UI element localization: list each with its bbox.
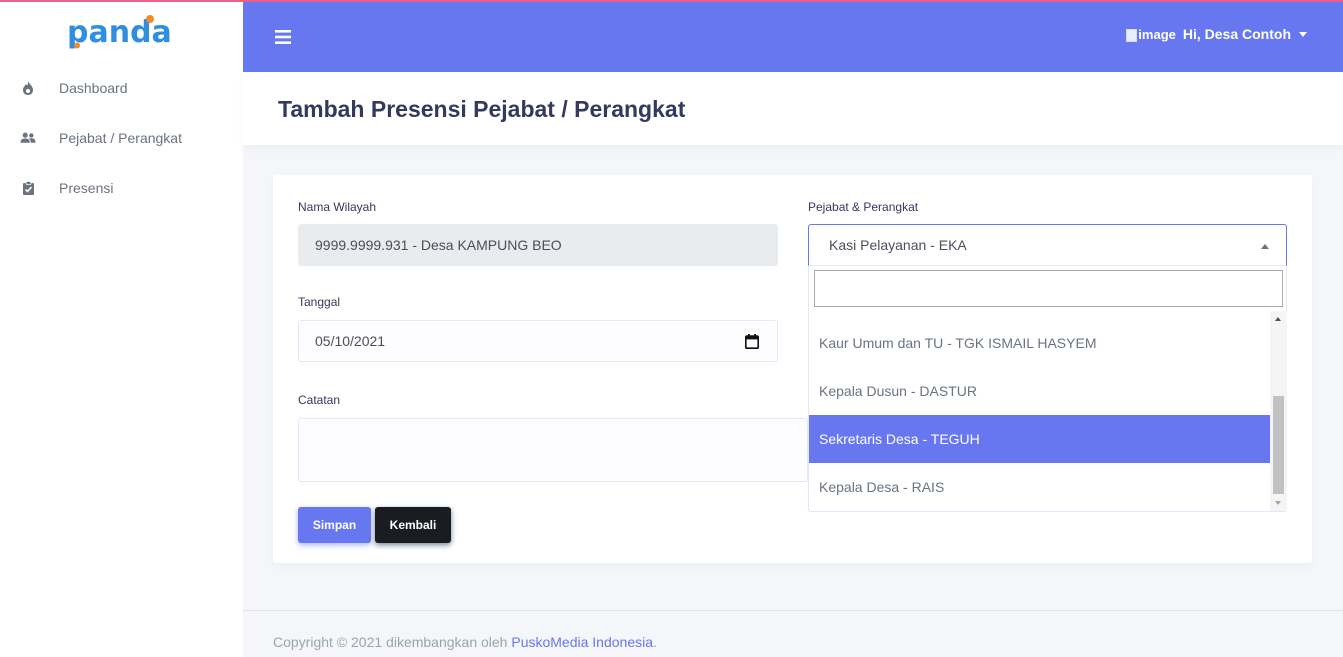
footer: Copyright © 2021 dikembangkan oleh Pusko… [243, 610, 1343, 657]
scrollbar-thumb[interactable] [1273, 396, 1284, 494]
caret-down-icon [1299, 31, 1307, 37]
dropdown-option[interactable]: Kepala Desa - RAIS [809, 463, 1270, 511]
nama-wilayah-field: 9999.9999.931 - Desa KAMPUNG BEO [298, 224, 778, 266]
dropdown-option[interactable]: Kaur Umum dan TU - TGK ISMAIL HASYEM [809, 319, 1270, 367]
user-menu[interactable]: image Hi, Desa Contoh [1126, 26, 1307, 42]
tanggal-label: Tanggal [298, 295, 341, 309]
sidebar-item-dashboard[interactable]: Dashboard [0, 68, 243, 108]
simpan-button[interactable]: Simpan [298, 507, 371, 543]
copyright-text: Copyright © 2021 dikembangkan oleh Pusko… [273, 634, 657, 650]
pejabat-selected-value: Kasi Pelayanan - EKA [829, 237, 967, 253]
dropdown-search-input[interactable] [814, 270, 1283, 307]
pejabat-label: Pejabat & Perangkat [808, 200, 919, 214]
sidebar: panda Dashboard Pejabat / Perangkat Pres… [0, 0, 243, 657]
users-icon [20, 130, 36, 146]
topbar: image Hi, Desa Contoh [243, 2, 1343, 72]
dropdown-option[interactable]: Kepala Dusun - DASTUR [809, 367, 1270, 415]
scroll-down-arrow-icon[interactable] [1275, 501, 1281, 505]
calendar-icon[interactable] [745, 334, 759, 349]
copyright-suffix: . [653, 634, 657, 650]
scroll-up-arrow-icon[interactable] [1275, 317, 1281, 321]
nama-wilayah-label: Nama Wilayah [298, 200, 377, 214]
clipboard-check-icon [20, 180, 36, 196]
broken-image-icon [1126, 28, 1138, 42]
catatan-textarea[interactable] [298, 418, 808, 482]
dropdown-option-highlighted[interactable]: Sekretaris Desa - TEGUH [809, 415, 1270, 463]
avatar: image [1126, 27, 1176, 42]
page-header: Tambah Presensi Pejabat / Perangkat [243, 72, 1343, 145]
menu-toggle-icon[interactable] [275, 29, 291, 45]
dropdown-options: Kaur Umum dan TU - TGK ISMAIL HASYEM Kep… [809, 311, 1270, 511]
pejabat-dropdown: Kaur Umum dan TU - TGK ISMAIL HASYEM Kep… [808, 266, 1287, 512]
sidebar-item-label: Pejabat / Perangkat [59, 130, 182, 146]
page-title: Tambah Presensi Pejabat / Perangkat [278, 96, 686, 122]
panda-logo[interactable]: panda [66, 12, 170, 52]
caret-up-icon [1261, 244, 1269, 249]
top-accent-bar [0, 0, 1343, 2]
fire-icon [20, 80, 36, 96]
user-greeting: Hi, Desa Contoh [1182, 26, 1291, 42]
sidebar-item-pejabat-perangkat[interactable]: Pejabat / Perangkat [0, 118, 243, 158]
sidebar-item-label: Presensi [59, 180, 114, 196]
avatar-alt-text: image [1138, 26, 1176, 42]
puskomedia-link[interactable]: PuskoMedia Indonesia [511, 634, 653, 650]
catatan-label: Catatan [298, 393, 341, 407]
svg-text:panda: panda [67, 15, 170, 50]
pejabat-select[interactable]: Kasi Pelayanan - EKA [808, 224, 1287, 266]
dropdown-scrollbar[interactable] [1270, 311, 1287, 511]
copyright-prefix: Copyright © 2021 dikembangkan oleh [273, 634, 508, 650]
sidebar-item-label: Dashboard [59, 80, 128, 96]
kembali-button[interactable]: Kembali [375, 507, 451, 543]
tanggal-value: 05/10/2021 [315, 333, 386, 349]
sidebar-item-presensi[interactable]: Presensi [0, 168, 243, 208]
tanggal-date-input[interactable]: 05/10/2021 [298, 320, 778, 362]
